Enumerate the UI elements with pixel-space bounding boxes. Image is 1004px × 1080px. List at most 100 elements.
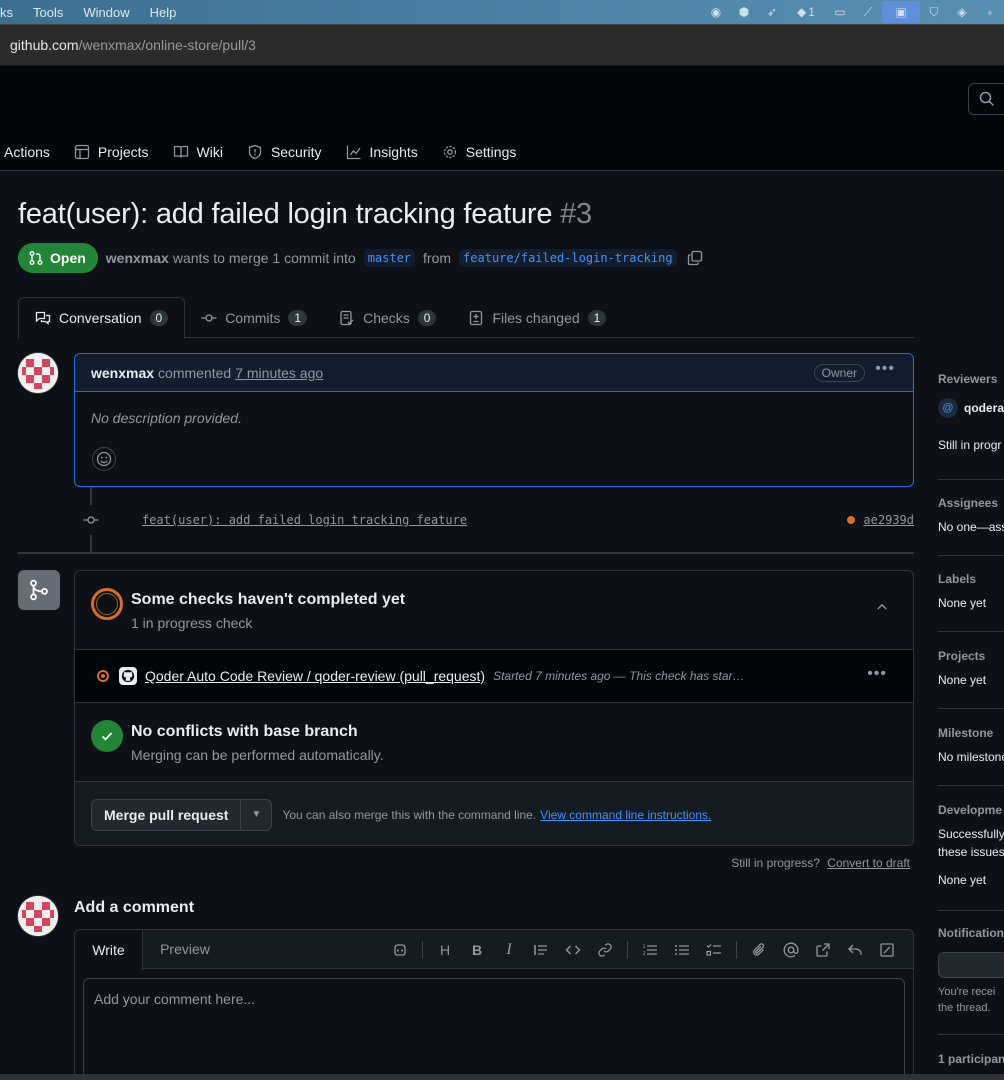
sidebar-labels[interactable]: Labels None yet	[938, 572, 1004, 610]
shield-tray-icon[interactable]: ⛉	[920, 0, 948, 24]
subscribe-button[interactable]	[938, 952, 1004, 978]
tab-conversation-label: Conversation	[59, 310, 142, 326]
base-branch[interactable]: master	[363, 249, 416, 267]
head-branch[interactable]: feature/failed-login-tracking	[459, 249, 677, 267]
add-comment-heading: Add a comment	[74, 899, 195, 916]
add-reaction-button[interactable]	[92, 447, 116, 471]
check-run-status: Started 7 minutes ago — This check has s…	[493, 669, 745, 683]
reply-icon[interactable]	[839, 934, 871, 966]
conflicts-subtitle: Merging can be performed automatically.	[131, 747, 384, 763]
menu-item-tools[interactable]: Tools	[23, 5, 73, 20]
tab-commits[interactable]: Commits 1	[185, 297, 323, 338]
nav-wiki[interactable]: Wiki	[173, 132, 235, 172]
checks-summary[interactable]: Some checks haven't completed yet 1 in p…	[75, 571, 913, 649]
svg-text:2: 2	[643, 951, 646, 957]
check-run-link[interactable]: Qoder Auto Code Review / qoder-review (p…	[145, 668, 485, 684]
avatar[interactable]	[18, 896, 58, 936]
mention-icon[interactable]	[775, 934, 807, 966]
italic-icon[interactable]: I	[493, 934, 525, 966]
sidebar-divider	[938, 785, 1004, 786]
sidebar-milestone[interactable]: Milestone No milestone	[938, 726, 1004, 764]
pin-icon[interactable]: ⍖	[976, 0, 1004, 24]
table-icon	[74, 144, 90, 160]
status-dot-icon[interactable]	[847, 516, 856, 524]
tab-files-changed[interactable]: Files changed 1	[452, 297, 622, 338]
tab-checks-count: 0	[417, 309, 437, 326]
book-icon	[173, 145, 188, 158]
repo-nav: Actions Projects Wiki Security Insights …	[0, 132, 540, 172]
comment-header: wenxmax commented 7 minutes ago	[75, 354, 913, 392]
nav-projects[interactable]: Projects	[74, 132, 161, 172]
cube-icon[interactable]: ◈	[948, 0, 976, 24]
conflicts-section: No conflicts with base branch Merging ca…	[75, 703, 913, 781]
copy-icon[interactable]	[687, 250, 703, 266]
unordered-list-icon[interactable]	[666, 934, 698, 966]
checks-subtitle: 1 in progress check	[131, 615, 253, 631]
sidebar-reviewers[interactable]: Reviewers @ qodera Still in progr	[938, 372, 1004, 452]
code-icon[interactable]	[557, 934, 589, 966]
comment-textarea[interactable]	[83, 978, 905, 1080]
display-icon[interactable]: ▣	[882, 1, 920, 23]
sidebar-projects[interactable]: Projects None yet	[938, 649, 1004, 687]
pr-sidebar: Reviewers @ qodera Still in progr Assign…	[938, 355, 1004, 1080]
sidebar-notifications[interactable]: Notification You're recei the thread.	[938, 926, 1004, 1014]
tab-write[interactable]: Write	[75, 930, 143, 970]
commit-sha-link[interactable]: ae2939d	[863, 513, 914, 527]
link-icon[interactable]	[589, 934, 621, 966]
owner-badge: Owner	[813, 364, 865, 382]
cross-reference-icon[interactable]	[807, 934, 839, 966]
convert-draft-row: Still in progress? Convert to draft	[731, 856, 910, 870]
tab-conversation[interactable]: Conversation 0	[18, 297, 186, 339]
convert-to-draft-link[interactable]: Convert to draft	[827, 856, 910, 870]
notifications-heading: Notification	[938, 926, 1004, 940]
nav-settings[interactable]: Settings	[442, 132, 529, 172]
nav-security-label: Security	[270, 144, 322, 160]
merge-method-dropdown[interactable]: ▼	[241, 800, 271, 830]
sidebar-assignees[interactable]: Assignees No one—ass	[938, 496, 1004, 534]
chevron-up-icon[interactable]	[875, 600, 889, 614]
record-icon[interactable]: ◉	[702, 0, 730, 24]
pr-author-link[interactable]: wenxmax	[106, 250, 169, 266]
task-list-icon[interactable]	[698, 934, 730, 966]
nav-insights[interactable]: Insights	[346, 132, 430, 172]
kebab-horizontal-icon[interactable]: •••	[875, 360, 895, 378]
tab-preview[interactable]: Preview	[143, 930, 227, 968]
tab-conversation-count: 0	[149, 310, 169, 326]
heading-icon[interactable]: H	[429, 934, 461, 966]
quote-icon[interactable]	[525, 934, 557, 966]
copilot-icon[interactable]	[384, 934, 416, 966]
nav-actions[interactable]: Actions	[4, 132, 62, 172]
cli-instructions-link[interactable]: View command line instructions.	[540, 808, 711, 822]
tray-badge-count: 1	[808, 5, 815, 19]
search-button[interactable]	[968, 83, 1004, 115]
projects-heading: Projects	[938, 649, 986, 663]
comment-author[interactable]: wenxmax	[91, 365, 154, 381]
cli-hint: You can also merge this with the command…	[282, 807, 537, 822]
monitor-icon[interactable]: ▭	[826, 0, 854, 24]
nav-settings-label: Settings	[465, 144, 517, 160]
reviewer-name[interactable]: qodera	[964, 401, 1004, 415]
pen-icon[interactable]: ⟋	[854, 0, 882, 24]
tab-commits-label: Commits	[225, 309, 281, 326]
ordered-list-icon[interactable]: 12	[634, 934, 666, 966]
paperclip-icon[interactable]	[743, 934, 775, 966]
nav-security[interactable]: Security	[247, 132, 334, 172]
sidebar-development[interactable]: Developme Successfully these issues None…	[938, 803, 1004, 887]
bold-icon[interactable]: B	[461, 934, 493, 966]
merge-pull-request-button[interactable]: Merge pull request	[92, 799, 242, 830]
kebab-horizontal-icon[interactable]: •••	[867, 665, 887, 683]
comment-timestamp[interactable]: 7 minutes ago	[235, 365, 323, 381]
git-tray-icon[interactable]: ◆ 1	[786, 0, 826, 24]
tab-checks[interactable]: Checks 0	[323, 297, 452, 338]
fullscreen-icon[interactable]	[871, 934, 903, 966]
menu-item-app[interactable]: ks	[0, 5, 23, 20]
conflicts-title: No conflicts with base branch	[131, 723, 358, 740]
commit-message-link[interactable]: feat(user): add failed login tracking fe…	[142, 513, 467, 527]
menu-item-help[interactable]: Help	[140, 5, 187, 20]
menu-item-window[interactable]: Window	[73, 5, 139, 20]
feather-icon[interactable]: ➶	[758, 0, 786, 24]
pending-status-icon	[91, 588, 123, 620]
avatar[interactable]	[18, 353, 58, 393]
hexagon-icon[interactable]: ⬢	[730, 0, 758, 24]
address-bar[interactable]: github.com/wenxmax/online-store/pull/3	[0, 24, 1004, 66]
